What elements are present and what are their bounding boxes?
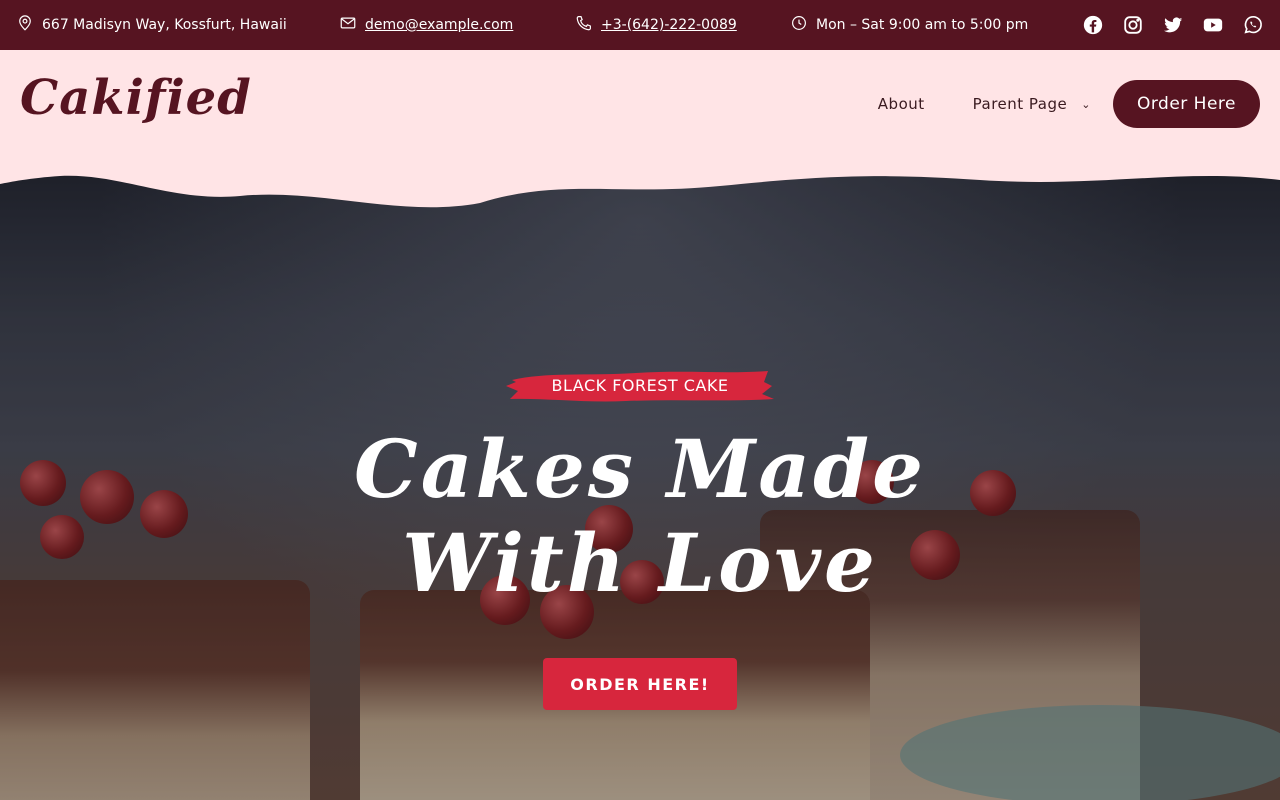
social-links — [1082, 0, 1264, 50]
chevron-down-icon: ⌄ — [1081, 97, 1091, 111]
hero-tag-text: BLACK FOREST CAKE — [551, 375, 729, 395]
main-nav: About Parent Page ⌄ Order Here — [878, 80, 1260, 128]
facebook-icon[interactable] — [1082, 14, 1104, 36]
envelope-icon — [339, 14, 357, 36]
nav-about[interactable]: About — [878, 95, 925, 113]
hero-content: BLACK FOREST CAKE Cakes Made With Love O… — [0, 160, 1280, 800]
map-pin-icon — [16, 14, 34, 36]
hero-title: Cakes Made With Love — [354, 422, 926, 610]
email-item[interactable]: demo@example.com — [339, 0, 513, 50]
nav-parent-page[interactable]: Parent Page ⌄ — [973, 95, 1091, 113]
site-header: Cakified About Parent Page ⌄ Order Here — [0, 50, 1280, 160]
twitter-icon[interactable] — [1162, 14, 1184, 36]
hours-item: Mon – Sat 9:00 am to 5:00 pm — [790, 0, 1028, 50]
hours-text: Mon – Sat 9:00 am to 5:00 pm — [816, 17, 1029, 33]
address-item: 667 Madisyn Way, Kossfurt, Hawaii — [16, 0, 287, 50]
top-info-bar: 667 Madisyn Way, Kossfurt, Hawaii demo@e… — [0, 0, 1280, 50]
youtube-icon[interactable] — [1202, 14, 1224, 36]
order-here-button[interactable]: Order Here — [1112, 80, 1260, 128]
hero-tag: BLACK FOREST CAKE — [506, 366, 774, 404]
email-link[interactable]: demo@example.com — [365, 17, 513, 33]
hero-section: BLACK FOREST CAKE Cakes Made With Love O… — [0, 160, 1280, 800]
phone-icon — [575, 14, 593, 36]
phone-item[interactable]: +3-(642)-222-0089 — [575, 0, 737, 50]
site-logo[interactable]: Cakified — [20, 70, 252, 126]
phone-link[interactable]: +3-(642)-222-0089 — [601, 17, 737, 33]
whatsapp-icon[interactable] — [1242, 14, 1264, 36]
nav-parent-page-label: Parent Page — [972, 95, 1068, 113]
hero-order-button[interactable]: ORDER HERE! — [543, 658, 737, 710]
instagram-icon[interactable] — [1122, 14, 1144, 36]
clock-icon — [790, 14, 808, 36]
address-text: 667 Madisyn Way, Kossfurt, Hawaii — [42, 17, 287, 33]
